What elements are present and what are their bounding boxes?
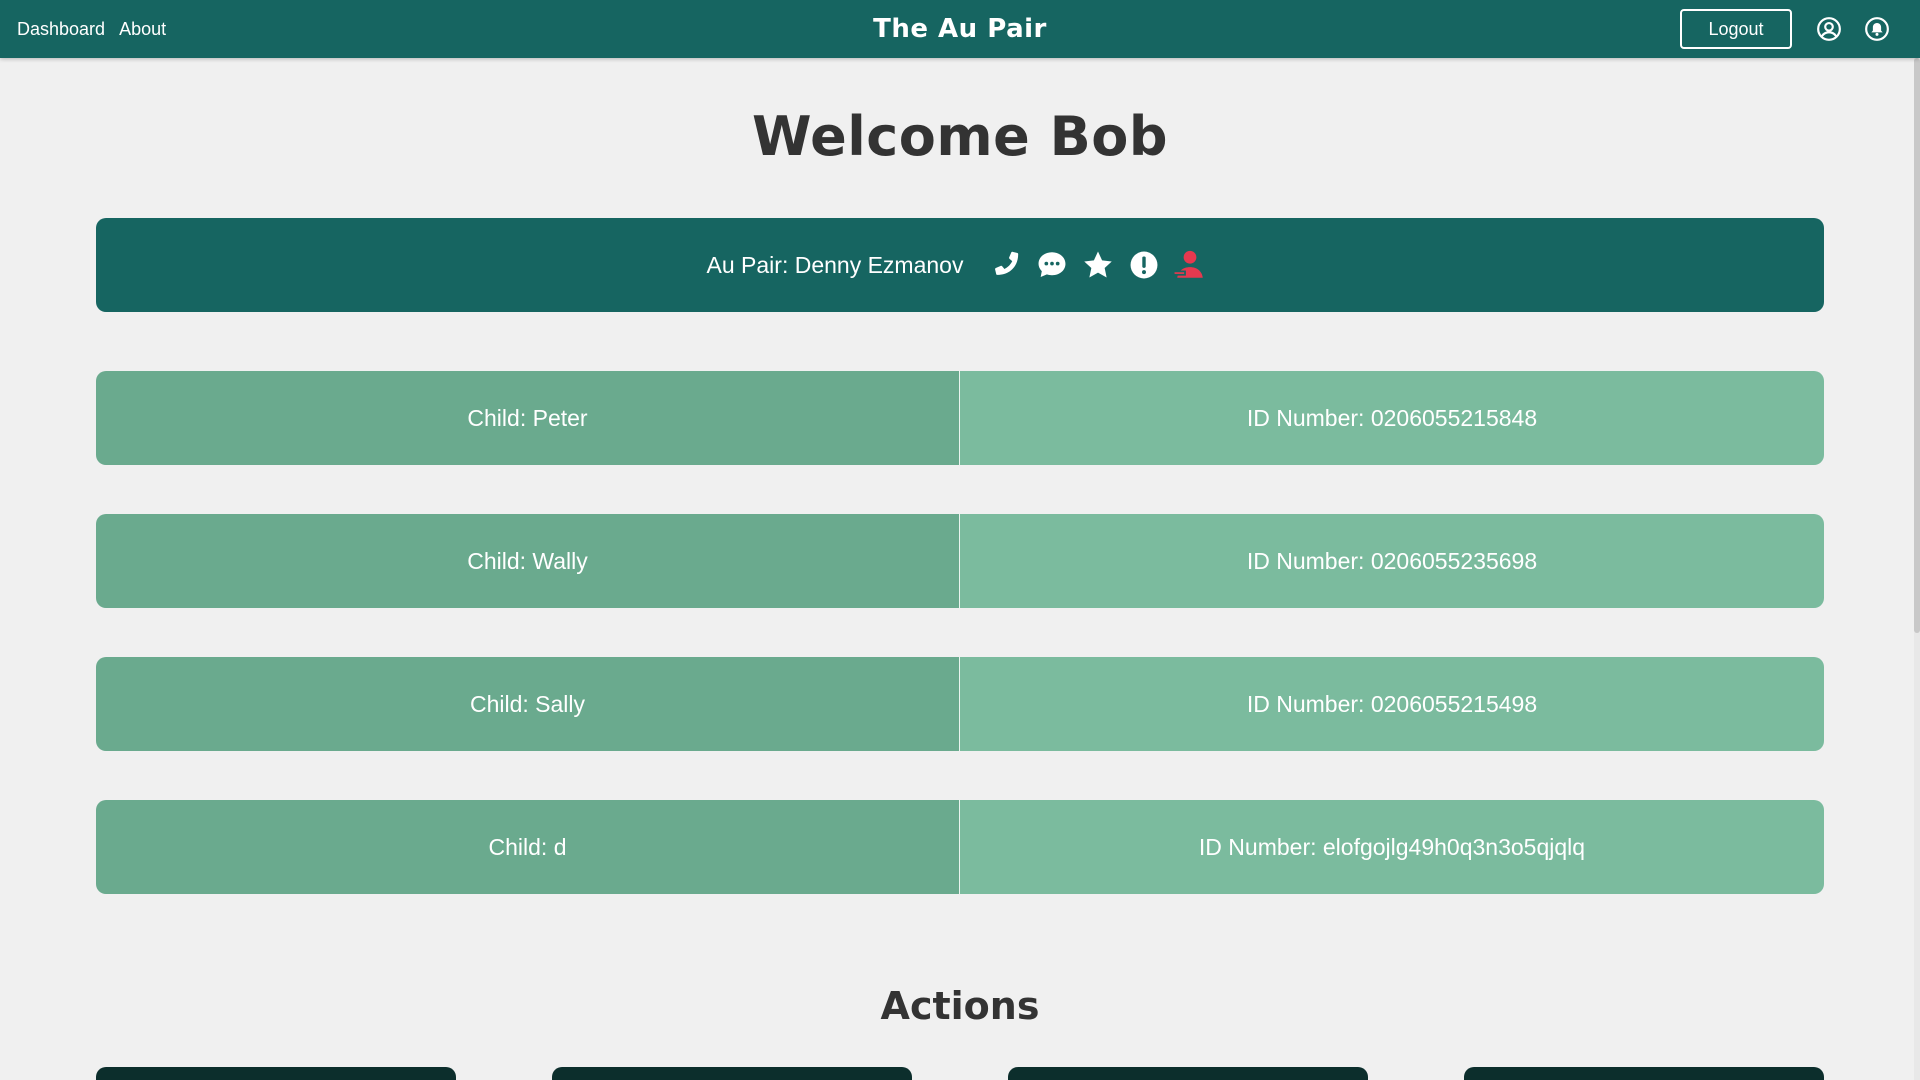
star-icon[interactable] bbox=[1081, 248, 1115, 282]
nav-actions: Logout bbox=[1680, 0, 1890, 58]
nav-link-dashboard[interactable]: Dashboard bbox=[17, 19, 105, 40]
scrollbar-thumb[interactable] bbox=[1914, 58, 1920, 633]
brand-title: The Au Pair bbox=[873, 14, 1047, 44]
alert-icon[interactable] bbox=[1127, 248, 1161, 282]
page-title: Welcome Bob bbox=[752, 105, 1168, 168]
nav-links: Dashboard About bbox=[17, 0, 166, 58]
child-id-number: ID Number: 0206055235698 bbox=[960, 514, 1824, 608]
child-name: Child: Sally bbox=[96, 657, 960, 751]
child-id-number: ID Number: 0206055215848 bbox=[960, 371, 1824, 465]
account-circle-icon[interactable] bbox=[1816, 16, 1842, 42]
child-name: Child: Peter bbox=[96, 371, 960, 465]
child-row: Child: d ID Number: elofgojlg49h0q3n3o5q… bbox=[96, 800, 1824, 894]
child-id-number: ID Number: 0206055215498 bbox=[960, 657, 1824, 751]
child-row: Child: Wally ID Number: 0206055235698 bbox=[96, 514, 1824, 608]
child-name: Child: Wally bbox=[96, 514, 960, 608]
child-row: Child: Sally ID Number: 0206055215498 bbox=[96, 657, 1824, 751]
action-card[interactable] bbox=[1008, 1067, 1368, 1080]
top-navbar: Dashboard About The Au Pair Logout bbox=[0, 0, 1920, 58]
remove-user-icon[interactable] bbox=[1173, 248, 1207, 282]
chat-icon[interactable] bbox=[1035, 248, 1069, 282]
main-content: Welcome Bob Au Pair: Denny Ezmanov Child… bbox=[96, 58, 1824, 1034]
child-row: Child: Peter ID Number: 0206055215848 bbox=[96, 371, 1824, 465]
action-card[interactable] bbox=[96, 1067, 456, 1080]
action-card[interactable] bbox=[1464, 1067, 1824, 1080]
nav-link-about[interactable]: About bbox=[119, 19, 166, 40]
logout-button[interactable]: Logout bbox=[1680, 9, 1792, 49]
notification-bell-icon[interactable] bbox=[1864, 16, 1890, 42]
child-id-number: ID Number: elofgojlg49h0q3n3o5qjqlq bbox=[960, 800, 1824, 894]
actions-row bbox=[96, 1067, 1824, 1080]
au-pair-bar: Au Pair: Denny Ezmanov bbox=[96, 218, 1824, 312]
phone-icon[interactable] bbox=[989, 248, 1023, 282]
au-pair-name: Au Pair: Denny Ezmanov bbox=[706, 251, 964, 278]
action-card[interactable] bbox=[552, 1067, 912, 1080]
actions-heading: Actions bbox=[880, 984, 1040, 1028]
child-name: Child: d bbox=[96, 800, 960, 894]
